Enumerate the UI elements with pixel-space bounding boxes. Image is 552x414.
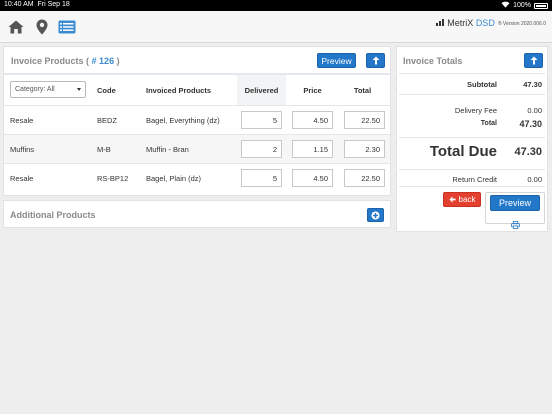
category-filter-select[interactable]: Category: All — [10, 81, 86, 98]
row-category: Muffins — [10, 145, 35, 154]
invoice-totals-panel: Invoice Totals Subtotal 47.30 Delivery F… — [396, 46, 548, 232]
row-code: M-B — [97, 145, 111, 154]
totals-divider — [399, 73, 545, 74]
column-header-total: Total — [353, 85, 372, 95]
delivered-input[interactable]: 5 — [241, 169, 282, 187]
invoice-list-icon[interactable] — [58, 18, 76, 36]
row-product: Muffin - Bran — [146, 145, 189, 154]
total-due-value: 47.30 — [514, 146, 542, 158]
total-due-label: Total Due — [429, 143, 497, 160]
total-value: 47.30 — [519, 119, 542, 129]
column-header-delivered: Delivered — [244, 85, 279, 95]
total-input[interactable]: 22.50 — [344, 111, 385, 129]
printer-icon[interactable] — [511, 216, 520, 234]
delivered-input[interactable]: 2 — [241, 140, 282, 158]
brand-name: MetriX DSD — [447, 18, 495, 28]
invoice-number-link[interactable]: # 126 — [92, 56, 115, 66]
table-row: Resale BEDZ Bagel, Everything (dz) 5 4.5… — [4, 105, 390, 134]
total-label: Total — [480, 120, 497, 127]
plus-circle-icon — [371, 210, 380, 220]
collapse-products-button[interactable] — [366, 53, 385, 68]
return-credit-label: Return Credit — [452, 175, 497, 184]
arrow-up-icon — [372, 56, 379, 65]
totals-divider — [399, 94, 545, 95]
wifi-icon — [501, 1, 510, 10]
map-pin-icon[interactable] — [33, 18, 51, 36]
additional-products-panel: Additional Products — [3, 200, 391, 228]
add-product-button[interactable] — [367, 208, 384, 222]
row-product: Bagel, Plain (dz) — [146, 174, 202, 183]
additional-products-title: Additional Products — [10, 210, 96, 220]
status-bar: 10:40 AM Fri Sep 18 100% — [0, 0, 552, 11]
status-time-date: 10:40 AM Fri Sep 18 — [4, 1, 70, 8]
brand-logo: MetriX DSD ® Version 2020.006.0 — [436, 18, 546, 28]
totals-divider — [399, 186, 545, 187]
battery-icon — [534, 2, 548, 9]
top-nav-bar: MetriX DSD ® Version 2020.006.0 — [0, 11, 552, 43]
chevron-down-icon — [77, 88, 81, 91]
signal-bars-icon — [436, 19, 445, 26]
row-code: BEDZ — [97, 116, 118, 125]
column-header-product: Invoiced Products — [146, 85, 212, 95]
totals-divider — [399, 169, 545, 170]
subtotal-value: 47.30 — [523, 80, 542, 89]
preview-button[interactable]: Preview — [317, 53, 356, 68]
delivered-input[interactable]: 5 — [241, 111, 282, 129]
status-right: 100% — [501, 1, 548, 10]
invoice-products-title: Invoice Products ( # 126 ) — [11, 56, 120, 66]
home-icon[interactable] — [7, 18, 25, 36]
invoice-products-panel: Invoice Products ( # 126 ) Preview Categ… — [3, 46, 391, 196]
collapse-totals-button[interactable] — [524, 53, 543, 68]
table-row: Muffins M-B Muffin - Bran 2 1.15 2.30 — [4, 134, 390, 163]
return-credit-value: 0.00 — [527, 175, 542, 184]
row-product: Bagel, Everything (dz) — [146, 116, 220, 125]
delivery-fee-label: Delivery Fee — [454, 106, 497, 115]
column-header-price: Price — [303, 85, 322, 95]
row-category: Resale — [10, 174, 34, 183]
battery-percent: 100% — [513, 2, 531, 9]
subtotal-label: Subtotal — [467, 80, 497, 89]
products-table-header: Category: All Code Invoiced Products Del… — [4, 75, 390, 105]
price-input[interactable]: 4.50 — [292, 111, 333, 129]
arrow-left-icon — [448, 196, 456, 203]
total-input[interactable]: 2.30 — [344, 140, 385, 158]
totals-divider — [399, 137, 545, 138]
row-category: Resale — [10, 116, 34, 125]
row-code: RS-BP12 — [97, 174, 129, 183]
total-input[interactable]: 22.50 — [344, 169, 385, 187]
delivery-fee-value: 0.00 — [527, 106, 542, 115]
totals-preview-button[interactable]: Preview — [490, 195, 540, 211]
price-input[interactable]: 4.50 — [292, 169, 333, 187]
column-header-code: Code — [97, 85, 116, 95]
table-row: Resale RS-BP12 Bagel, Plain (dz) 5 4.50 … — [4, 163, 390, 192]
brand-version: ® Version 2020.006.0 — [497, 21, 546, 27]
arrow-up-icon — [530, 56, 537, 65]
totals-preview-block: Preview — [485, 192, 545, 229]
price-input[interactable]: 1.15 — [292, 140, 333, 158]
back-button[interactable]: back — [443, 192, 481, 207]
invoice-totals-title: Invoice Totals — [403, 56, 463, 66]
